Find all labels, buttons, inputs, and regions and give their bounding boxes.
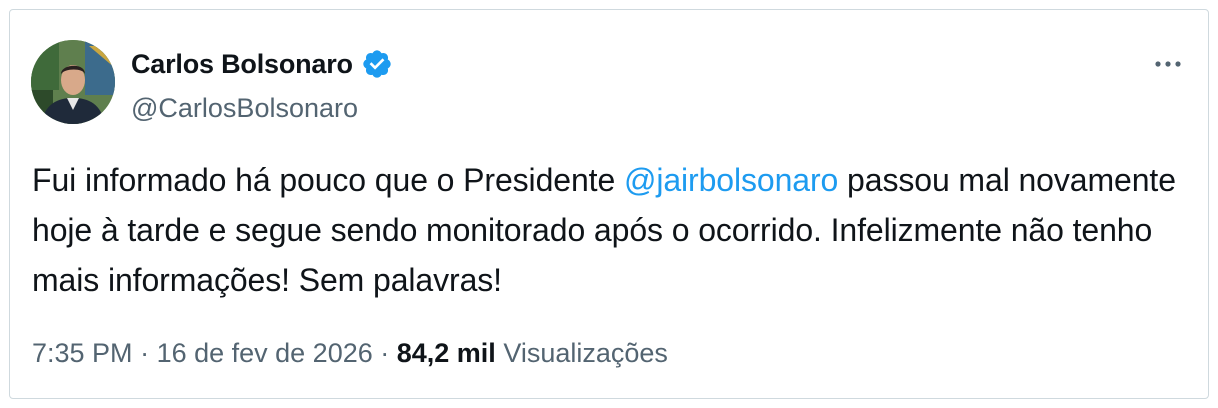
more-options-button[interactable] (1150, 50, 1186, 78)
avatar[interactable] (31, 40, 115, 124)
tweet-meta: 7:35 PM · 16 de fev de 2026 · 84,2 mil V… (32, 336, 668, 370)
verified-badge-icon[interactable] (361, 48, 393, 80)
meta-separator: · (372, 338, 397, 368)
meta-separator: · (132, 338, 157, 368)
views-count[interactable]: 84,2 mil (397, 338, 496, 368)
tweet-time[interactable]: 7:35 PM (32, 338, 133, 368)
avatar-image (31, 40, 115, 124)
author-handle[interactable]: @CarlosBolsonaro (131, 92, 358, 124)
views-label[interactable]: Visualizações (496, 338, 668, 368)
author-display-name[interactable]: Carlos Bolsonaro (131, 48, 353, 80)
tweet-text-before: Fui informado há pouco que o Presidente (32, 162, 624, 198)
tweet-card[interactable]: Carlos Bolsonaro @CarlosBolsonaro Fui in… (9, 9, 1209, 399)
tweet-text: Fui informado há pouco que o Presidente … (32, 155, 1192, 305)
more-horizontal-icon (1155, 61, 1181, 67)
mention-link[interactable]: @jairbolsonaro (624, 162, 838, 198)
author-name-row[interactable]: Carlos Bolsonaro (131, 48, 393, 80)
tweet-date[interactable]: 16 de fev de 2026 (157, 338, 373, 368)
